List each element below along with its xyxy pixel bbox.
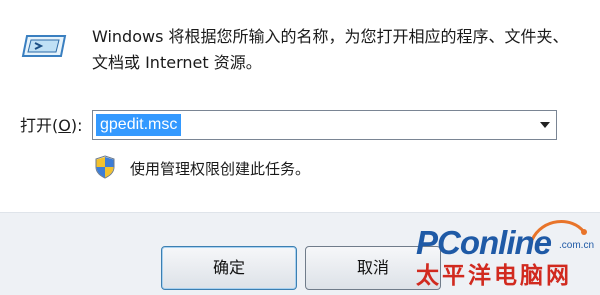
open-label: 打开(O): xyxy=(20,116,83,135)
dialog-content: Windows 将根据您所输入的名称，为您打开相应的程序、文件夹、文档或 Int… xyxy=(0,0,600,212)
ok-button[interactable]: 确定 xyxy=(161,246,297,290)
run-dialog-icon xyxy=(21,35,67,57)
watermark-brand: PConline xyxy=(416,224,552,261)
dialog-description: Windows 将根据您所输入的名称，为您打开相应的程序、文件夹、文档或 Int… xyxy=(92,27,569,72)
uac-shield-icon xyxy=(95,155,115,179)
open-input[interactable]: gpedit.msc xyxy=(96,114,182,136)
watermark-logo: PConline .com.cn 太平洋电脑网 xyxy=(410,220,600,294)
watermark-cn-name: 太平洋电脑网 xyxy=(416,263,572,289)
chevron-down-icon[interactable] xyxy=(540,122,550,128)
watermark-domain: .com.cn xyxy=(559,240,595,251)
admin-privilege-note: 使用管理权限创建此任务。 xyxy=(130,160,311,178)
open-combobox[interactable]: gpedit.msc xyxy=(92,110,557,140)
